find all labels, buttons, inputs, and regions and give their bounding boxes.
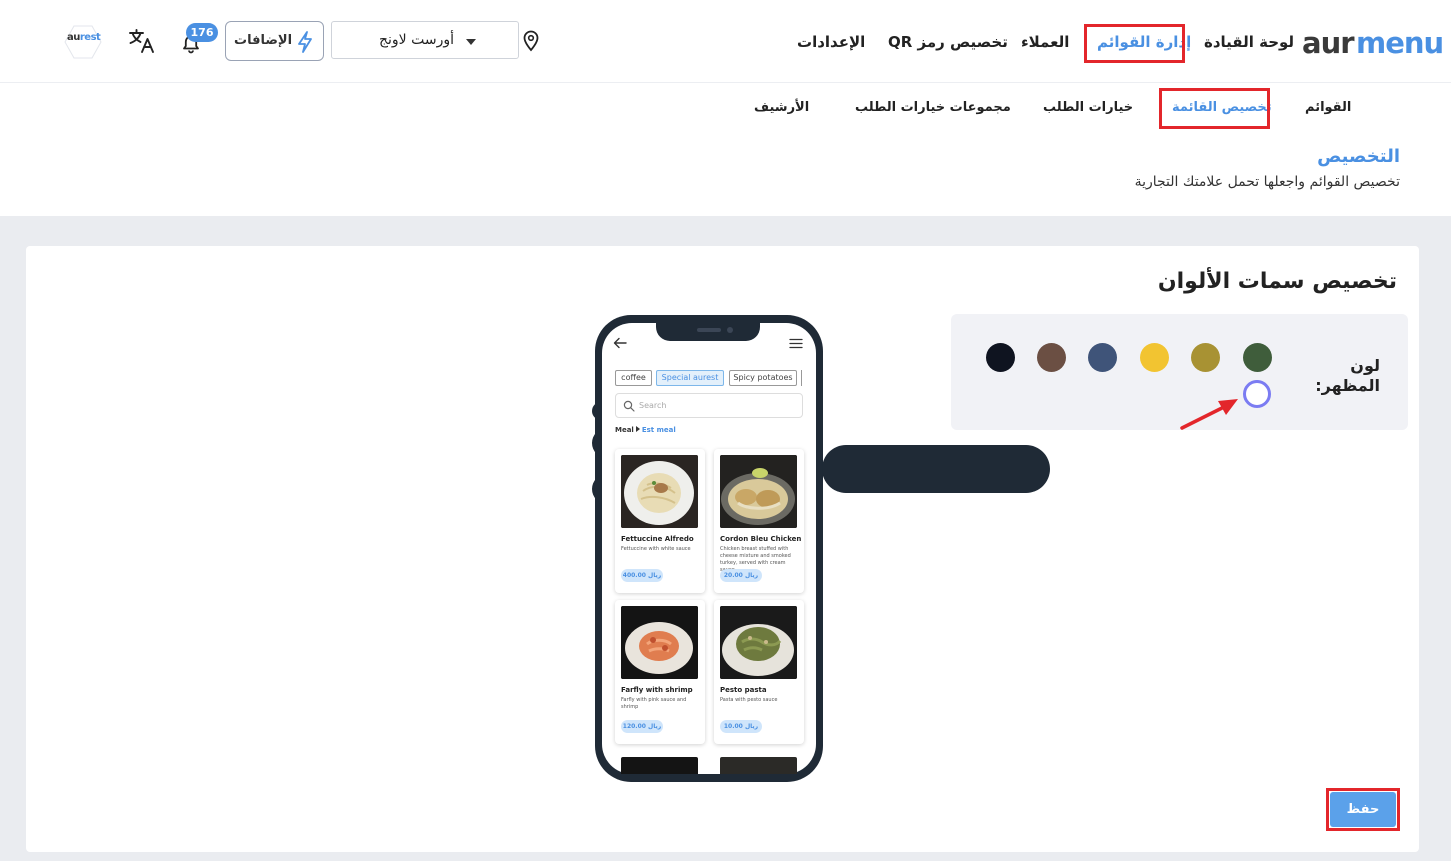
color-swatch-olive[interactable]	[1191, 343, 1220, 372]
highlight-box-menu-management	[1084, 24, 1185, 63]
logo-part-aur: aur	[1302, 26, 1355, 60]
subnav-order-options[interactable]: خيارات الطلب	[1043, 100, 1133, 115]
phone-camera	[727, 327, 733, 333]
lightning-bolt-icon	[298, 31, 312, 53]
translate-icon[interactable]	[128, 28, 156, 54]
aurest-logo-part1: au	[67, 32, 80, 43]
breadcrumb-current: Est meal	[641, 426, 676, 434]
aurmenu-logo[interactable]: aur menu	[1302, 26, 1444, 60]
breadcrumb-root: Meal	[615, 426, 634, 434]
highlight-box-menu-customize	[1159, 88, 1270, 129]
menu-item-description: Pasta with pesto sauce	[720, 697, 778, 703]
category-chip-overflow	[801, 370, 803, 386]
logo-part-menu: menu	[1356, 26, 1444, 60]
chicken-photo-icon	[720, 455, 797, 528]
red-arrow-icon	[1180, 399, 1238, 430]
food-photo	[720, 757, 797, 774]
hamburger-menu-icon	[789, 338, 803, 349]
section-title: التخصيص	[1317, 146, 1400, 167]
menu-item-price: 120.00 ريال	[621, 720, 663, 733]
addons-button[interactable]: الإضافات	[225, 21, 324, 61]
menu-item-card: Fettuccine Alfredo Fettuccine with white…	[615, 449, 705, 593]
food-photo	[621, 455, 698, 528]
nav-customers[interactable]: العملاء	[1021, 33, 1069, 51]
menu-item-card: Farfly with shrimp Farfly with pink sauc…	[615, 600, 705, 744]
search-icon	[623, 400, 635, 412]
preview-search-box: Search	[615, 393, 803, 418]
color-swatch-slate-blue[interactable]	[1088, 343, 1117, 372]
category-chip: Spicy potatoes	[729, 370, 797, 386]
highlight-box-save	[1326, 788, 1400, 831]
preview-search-placeholder: Search	[639, 401, 667, 410]
aurest-logo[interactable]: aurest	[61, 23, 103, 61]
nav-settings[interactable]: الإعدادات	[797, 33, 865, 51]
chevron-down-icon	[466, 39, 476, 45]
menu-item-name: Farfly with shrimp	[621, 686, 693, 694]
phone-side-button	[822, 445, 1050, 493]
menu-item-card: Cordon Bleu Chicken Chicken breast stuff…	[714, 449, 804, 593]
food-photo	[621, 757, 698, 774]
branch-select[interactable]: أورست لاونج	[331, 21, 519, 59]
color-swatch-brown[interactable]	[1037, 343, 1066, 372]
section-subtitle: تخصيص القوائم واجعلها تحمل علامتك التجار…	[1134, 174, 1400, 190]
menu-item-name: Pesto pasta	[720, 686, 767, 694]
category-chip-active: Special aurest	[656, 370, 724, 386]
preview-breadcrumb: Meal Est meal	[615, 426, 676, 434]
color-swatch-yellow[interactable]	[1140, 343, 1169, 372]
menu-item-name: Fettuccine Alfredo	[621, 535, 694, 543]
notification-badge: 176	[186, 23, 218, 42]
color-swatch-black[interactable]	[986, 343, 1015, 372]
subnav-order-option-groups[interactable]: مجموعات خيارات الطلب	[855, 100, 1011, 115]
phone-speaker	[697, 328, 721, 332]
menu-item-description: Farfly with pink sauce and shrimp	[621, 697, 687, 710]
menu-item-name: Cordon Bleu Chicken	[720, 535, 802, 543]
shrimp-pasta-photo-icon	[621, 606, 698, 679]
menu-item-description: Fettuccine with white sauce	[621, 546, 691, 552]
menu-item-price: 20.00 ريال	[720, 569, 762, 582]
location-pin-icon	[523, 30, 539, 52]
color-swatch-green[interactable]	[1243, 343, 1272, 372]
fettuccine-photo-icon	[621, 455, 698, 528]
food-photo	[720, 606, 797, 679]
menu-item-card: Pesto pasta Pasta with pesto sauce 10.00…	[714, 600, 804, 744]
nav-qr-customize[interactable]: تخصيص رمز QR	[888, 33, 1008, 51]
theme-card-title: تخصيص سمات الألوان	[1157, 269, 1397, 294]
aurest-logo-text: aurest	[67, 32, 101, 43]
aurest-logo-part2: rest	[79, 32, 101, 43]
menu-item-card-partial	[714, 752, 804, 774]
nav-dashboard[interactable]: لوحة القيادة	[1204, 33, 1294, 51]
custom-color-picker[interactable]	[1243, 380, 1271, 408]
menu-item-price: 400.00 ريال	[621, 569, 663, 582]
menu-item-price: 10.00 ريال	[720, 720, 762, 733]
breadcrumb-separator-icon	[635, 426, 640, 432]
subnav-menus[interactable]: القوائم	[1305, 100, 1351, 115]
food-photo	[720, 455, 797, 528]
subnav-archive[interactable]: الأرشيف	[754, 100, 809, 115]
pesto-pasta-photo-icon	[720, 606, 797, 679]
addons-button-label: الإضافات	[234, 33, 293, 48]
back-arrow-icon	[613, 337, 627, 349]
branch-select-value: أورست لاونج	[378, 32, 454, 48]
food-photo	[621, 606, 698, 679]
category-chip: coffee	[615, 370, 652, 386]
menu-item-card-partial	[615, 752, 705, 774]
theme-color-label: لون المظهر:	[1315, 356, 1380, 395]
